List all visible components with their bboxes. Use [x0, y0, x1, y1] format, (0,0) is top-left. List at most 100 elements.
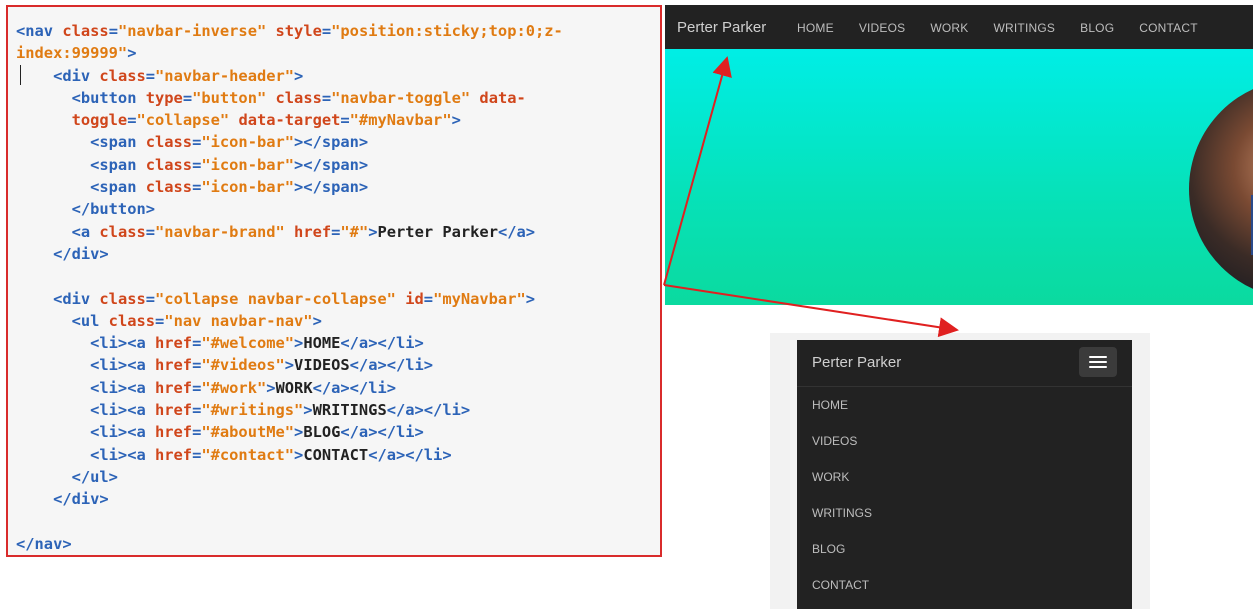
code-token: "#"	[340, 222, 369, 241]
code-token: </a></li>	[312, 378, 396, 397]
code-line: <span class="icon-bar"></span>	[16, 131, 563, 153]
code-token: =	[192, 334, 202, 353]
code-token: =	[192, 445, 202, 464]
desktop-preview: Perter Parker HOME VIDEOS WORK WRITINGS BLOG…	[665, 5, 1253, 305]
code-token: <div	[16, 289, 100, 308]
code-line: index:99999">	[16, 42, 563, 64]
code-line: </button>	[16, 198, 563, 220]
code-token: >	[294, 334, 304, 353]
desktop-navbar: Perter Parker HOME VIDEOS WORK WRITINGS BLOG…	[665, 5, 1253, 49]
mobile-nav-item-work[interactable]: WORK	[797, 459, 1132, 495]
code-token: =	[145, 66, 156, 85]
desktop-navbar-brand[interactable]: Perter Parker	[677, 19, 766, 36]
code-line: <li><a href="#contact">CONTACT</a></li>	[16, 444, 563, 466]
code-token: >	[294, 66, 304, 85]
code-token: "#videos"	[201, 356, 285, 375]
code-line: <ul class="nav navbar-nav">	[16, 310, 563, 332]
code-token: =	[192, 423, 202, 442]
code-token: >	[451, 111, 461, 130]
code-panel: <nav class="navbar-inverse" style="posit…	[6, 5, 662, 557]
mobile-nav-item-contact[interactable]: CONTACT	[797, 567, 1132, 603]
code-token: "icon-bar"	[201, 133, 295, 152]
code-line: <li><a href="#videos">VIDEOS</a></li>	[16, 354, 563, 376]
code-token: "navbar-toggle"	[331, 88, 471, 107]
code-token: "collapse"	[136, 111, 230, 130]
code-line: <div class="navbar-header">	[16, 65, 563, 87]
code-token: href	[155, 445, 193, 464]
icon-bar	[1089, 366, 1107, 368]
code-token: "myNavbar"	[433, 289, 526, 308]
code-token: "#welcome"	[201, 334, 295, 353]
mobile-nav-item-home[interactable]: HOME	[797, 387, 1132, 423]
mobile-navbar-header: Perter Parker	[797, 340, 1132, 387]
code-token: </a></li>	[340, 334, 424, 353]
code-token: <button	[16, 88, 146, 107]
code-token: >	[266, 378, 276, 397]
mobile-nav-item-blog[interactable]: BLOG	[797, 531, 1132, 567]
code-token: =	[108, 22, 118, 40]
code-token: "#work"	[201, 378, 267, 397]
code-token: <li><a	[16, 445, 155, 464]
code-line: </nav>	[16, 533, 563, 555]
mobile-nav-item-writings[interactable]: WRITINGS	[797, 495, 1132, 531]
desktop-nav-item-blog[interactable]: BLOG	[1080, 21, 1114, 35]
desktop-nav-item-home[interactable]: HOME	[797, 21, 834, 35]
code-token: href	[155, 423, 193, 442]
code-token: "button"	[192, 88, 267, 107]
code-token: data-	[479, 88, 526, 107]
code-token: </ul>	[16, 467, 118, 486]
code-token: href	[155, 401, 193, 420]
code-token: class	[99, 222, 146, 241]
code-token: ></span>	[294, 133, 369, 152]
code-token: =	[321, 22, 332, 40]
code-token: toggle	[16, 111, 128, 130]
icon-bar	[1089, 356, 1107, 358]
code-line: <a class="navbar-brand" href="#">Perter …	[16, 221, 563, 243]
code-token: href	[294, 222, 332, 241]
code-token: >	[312, 311, 322, 330]
code-token: </div>	[16, 244, 109, 263]
code-token: href	[155, 356, 193, 375]
code-token: class	[145, 178, 193, 197]
code-token: "navbar-inverse"	[117, 22, 267, 40]
code-token: =	[155, 311, 165, 330]
code-token: <ul	[16, 311, 109, 330]
code-line: <div class="collapse navbar-collapse" id…	[16, 288, 563, 310]
code-token: =	[192, 356, 202, 375]
code-token: <li><a	[16, 423, 155, 442]
code-line: <li><a href="#welcome">HOME</a></li>	[16, 332, 563, 354]
mobile-navbar-brand[interactable]: Perter Parker	[812, 354, 901, 371]
desktop-nav-item-contact[interactable]: CONTACT	[1139, 21, 1198, 35]
code-token: =	[423, 289, 434, 308]
code-token: WORK	[275, 378, 313, 397]
code-line: toggle="collapse" data-target="#myNavbar…	[16, 109, 563, 131]
code-token: "navbar-header"	[155, 66, 295, 85]
code-token: Perter Parker	[377, 222, 498, 241]
code-token: </a></li>	[349, 356, 434, 375]
code-token: <li><a	[16, 334, 155, 353]
desktop-nav-item-writings[interactable]: WRITINGS	[994, 21, 1056, 35]
code-token: >	[525, 289, 536, 308]
code-token: ></span>	[294, 178, 369, 197]
code-token: href	[155, 378, 193, 397]
code-token: index:99999"	[16, 44, 128, 63]
desktop-nav-item-work[interactable]: WORK	[930, 21, 968, 35]
mobile-nav-item-videos[interactable]: VIDEOS	[797, 423, 1132, 459]
code-token: </button>	[16, 200, 155, 219]
code-token: class	[145, 133, 193, 152]
code-token: <a	[16, 222, 100, 241]
code-line: </ul>	[16, 466, 563, 488]
code-token: type	[145, 88, 183, 107]
code-token: style	[275, 22, 322, 40]
code-token: =	[182, 88, 193, 107]
desktop-nav-item-videos[interactable]: VIDEOS	[859, 21, 906, 35]
code-token: "position:sticky;top:0;z-	[331, 22, 563, 40]
hamburger-icon[interactable]	[1079, 347, 1117, 377]
code-token: VIDEOS	[294, 356, 350, 375]
code-line: <span class="icon-bar"></span>	[16, 154, 563, 176]
code-token: =	[192, 155, 202, 174]
code-token: CONTACT	[303, 445, 369, 464]
